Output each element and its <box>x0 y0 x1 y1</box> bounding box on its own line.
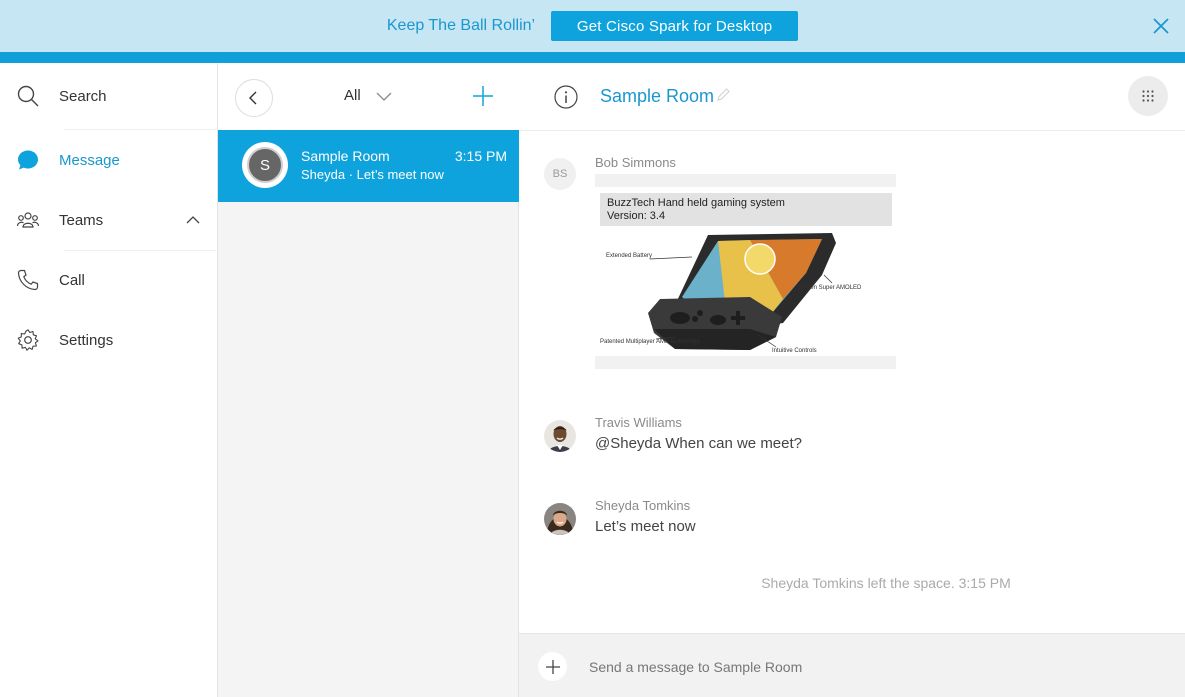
close-icon[interactable] <box>1149 14 1173 38</box>
room-preview: Sheyda · Let’s meet now <box>301 167 444 182</box>
callout-battery: Extended Battery <box>606 253 652 259</box>
callout-screen: Screen Super AMOLED <box>798 285 862 291</box>
avatar: S <box>242 142 288 188</box>
message-sender: Travis Williams <box>595 415 682 430</box>
filter-dropdown[interactable]: All <box>344 87 361 104</box>
profile-photo-icon <box>544 503 576 535</box>
pencil-icon[interactable] <box>715 87 731 103</box>
sidebar-item-call[interactable]: Call <box>0 260 218 300</box>
gear-icon <box>16 328 40 352</box>
device-diagram: Extended Battery Screen Super AMOLED Pat… <box>600 233 862 354</box>
attachment-caption: BuzzTech Hand held gaming system Version… <box>600 193 892 226</box>
room-name: Sample Room <box>301 148 390 164</box>
avatar-initial: S <box>247 147 283 183</box>
plus-icon <box>545 659 560 674</box>
room-time: 3:15 PM <box>454 148 507 164</box>
back-button[interactable] <box>235 79 273 117</box>
phone-icon <box>16 268 40 292</box>
nav-divider <box>64 250 216 251</box>
nav-divider <box>64 129 216 130</box>
sidebar-item-teams[interactable]: Teams <box>0 200 218 240</box>
avatar: BS <box>544 158 576 190</box>
apps-button[interactable] <box>1128 76 1168 116</box>
avatar <box>544 420 576 452</box>
sidebar-item-settings[interactable]: Settings <box>0 320 218 360</box>
callout-controls: Intuitive Controls <box>772 348 817 354</box>
sidebar-item-label: Message <box>59 151 120 169</box>
profile-photo-icon <box>544 420 576 452</box>
space-list: All S Sample Room 3:15 PM Sheyda · Let’s… <box>218 63 519 697</box>
banner-text: Keep The Ball Rollin’ <box>386 17 536 34</box>
room-header: Sample Room <box>519 63 1185 131</box>
attachment-title: BuzzTech Hand held gaming system <box>607 197 785 209</box>
message-sender: Sheyda Tomkins <box>595 498 691 513</box>
room-title[interactable]: Sample Room <box>600 86 714 107</box>
promo-banner: Keep The Ball Rollin’ Get Cisco Spark fo… <box>0 0 1185 52</box>
plus-icon[interactable] <box>470 83 496 109</box>
message-bubble-icon <box>16 148 40 172</box>
search-icon <box>16 84 40 108</box>
space-list-header: All <box>218 63 519 130</box>
add-attachment-button[interactable] <box>538 652 567 681</box>
chevron-left-icon <box>249 91 257 105</box>
get-desktop-button[interactable]: Get Cisco Spark for Desktop <box>551 11 799 41</box>
sidebar-item-label: Search <box>59 87 107 105</box>
attachment-border <box>595 356 896 369</box>
image-attachment[interactable]: BuzzTech Hand held gaming system Version… <box>595 174 896 369</box>
sidebar-item-label: Settings <box>59 331 114 349</box>
message-input[interactable] <box>589 656 1149 678</box>
room-list-item[interactable]: S Sample Room 3:15 PM Sheyda · Let’s mee… <box>218 130 519 202</box>
attachment-version: Version: 3.4 <box>607 210 666 222</box>
sidebar-nav: Search Message Teams Call Settings <box>0 63 218 697</box>
system-message: Sheyda Tomkins left the space. 3:15 PM <box>761 575 1011 591</box>
callout-multiplayer: Patented Multiplayer AMP technology <box>600 339 700 345</box>
sidebar-item-message[interactable]: Message <box>0 140 218 180</box>
sidebar-item-search[interactable]: Search <box>0 76 218 116</box>
chevron-up-icon[interactable] <box>184 211 202 229</box>
message-composer <box>519 633 1185 697</box>
sidebar-item-label: Teams <box>59 211 104 229</box>
sidebar-item-label: Call <box>59 271 85 289</box>
message-sender: Bob Simmons <box>595 155 676 170</box>
avatar <box>544 503 576 535</box>
message-text: @Sheyda When can we meet? <box>595 435 803 452</box>
chevron-down-icon[interactable] <box>375 89 393 103</box>
attachment-border <box>595 174 896 187</box>
room-pane: Sample Room BS Bob Simmons BuzzTech Hand… <box>519 63 1185 697</box>
message-text: Let’s meet now <box>595 518 696 535</box>
info-icon[interactable] <box>554 85 578 109</box>
banner-divider <box>0 52 1185 63</box>
teams-icon <box>16 208 40 232</box>
grid-icon <box>1142 90 1154 102</box>
